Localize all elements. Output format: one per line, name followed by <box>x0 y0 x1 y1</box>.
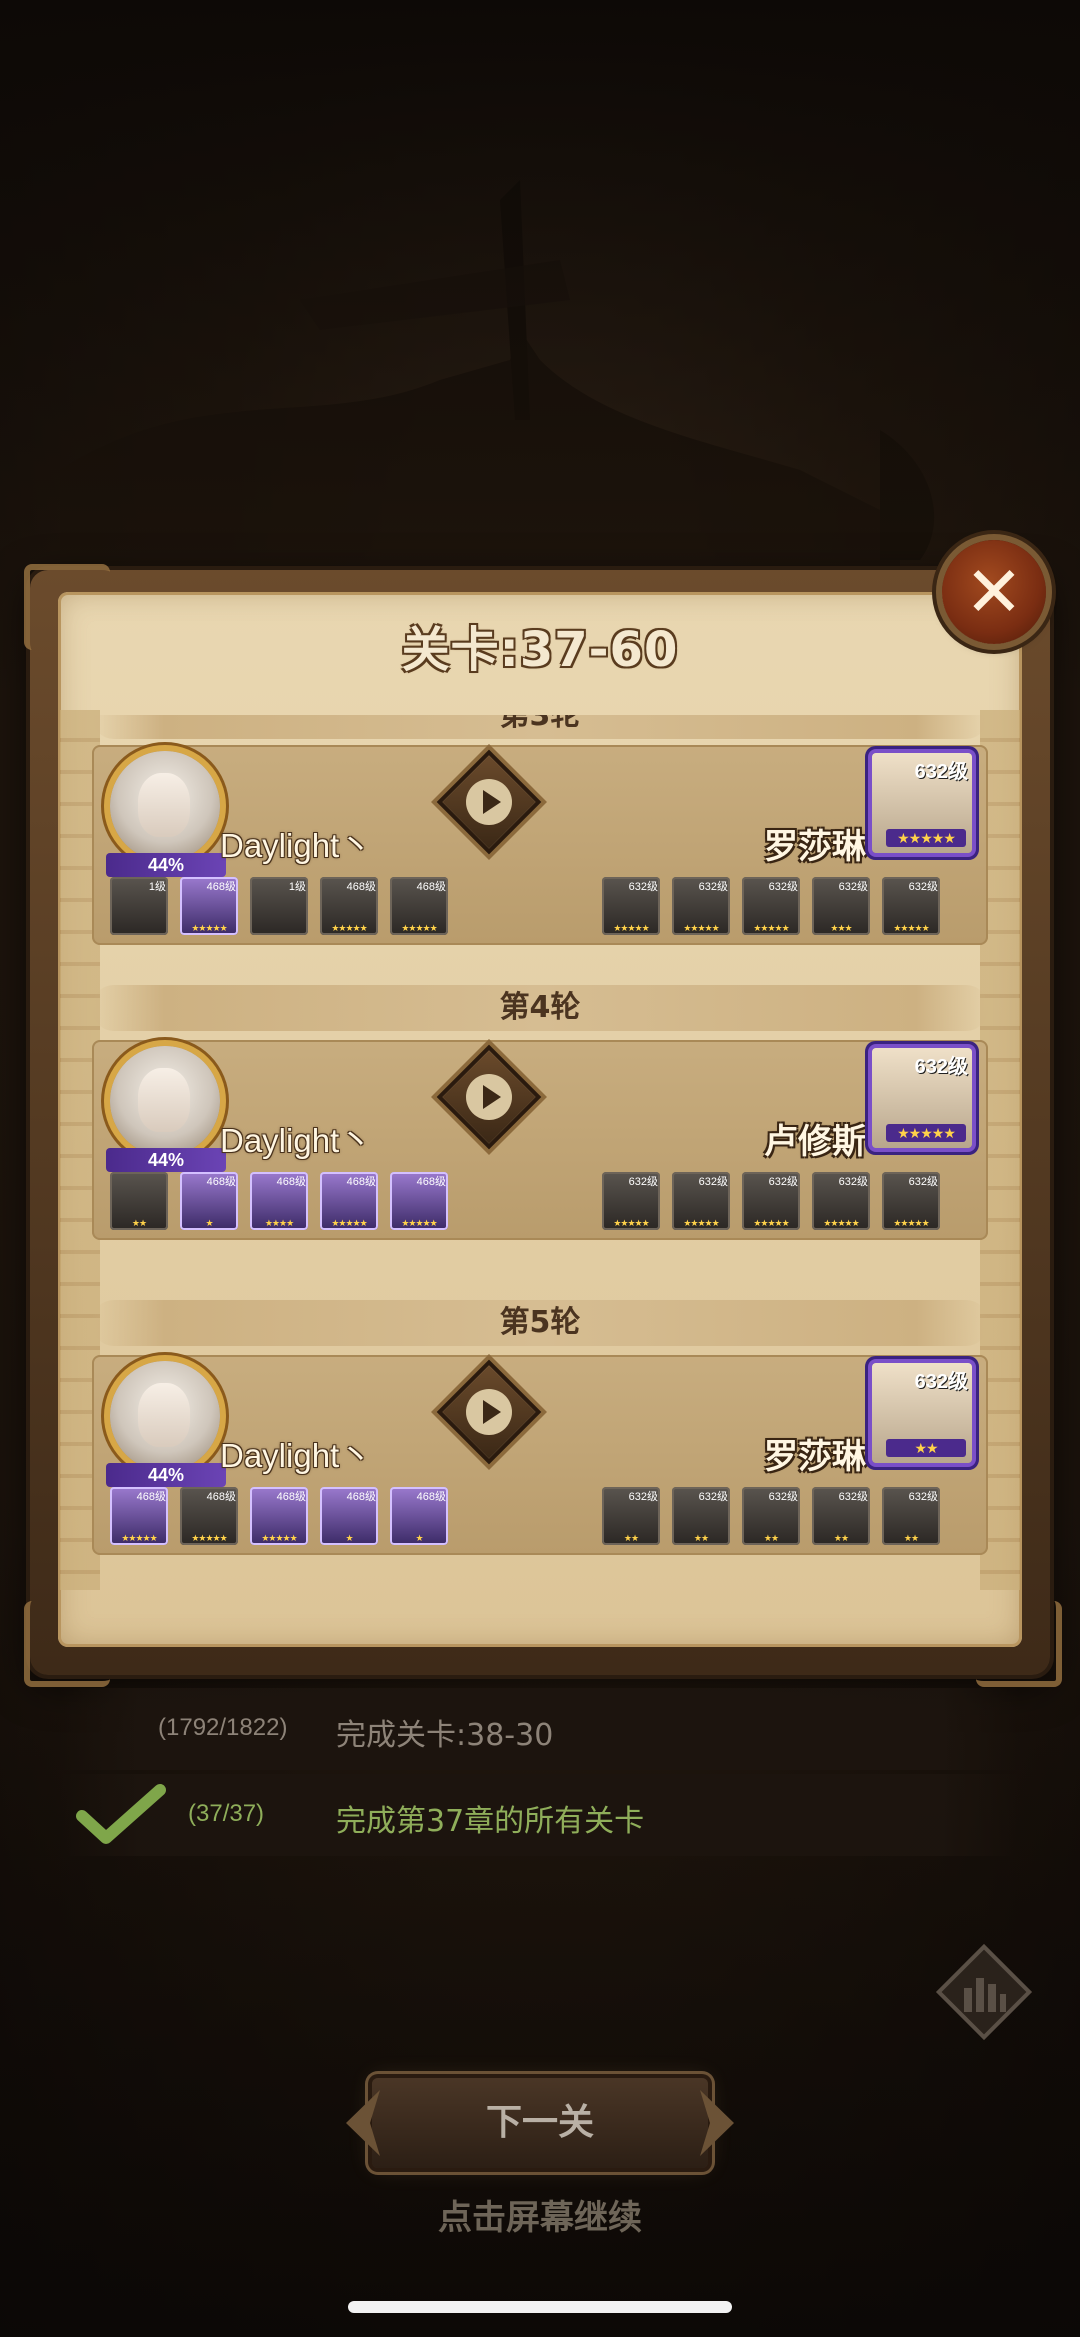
player-hero-slot[interactable]: 1级 <box>250 877 308 935</box>
round-header: 第3轮 <box>92 715 988 739</box>
player-name: Daylight丶 <box>220 827 373 864</box>
enemy-hero-slot[interactable]: 632级 ★★★★★ <box>742 877 800 935</box>
replay-button[interactable] <box>442 1050 536 1144</box>
player-name: Daylight丶 <box>220 1437 373 1474</box>
player-hero-slot[interactable]: 468级 ★★★★★ <box>320 877 378 935</box>
player-hero-slot[interactable]: ★★ <box>110 1172 168 1230</box>
player-avatar <box>110 751 220 861</box>
enemy-hero-slot[interactable]: 632级 ★★★ <box>812 877 870 935</box>
next-stage-label: 下一关 <box>485 2102 594 2143</box>
quest-text: 完成第37章的所有关卡 <box>336 1804 645 1839</box>
play-icon <box>483 1085 501 1109</box>
enemy-hero-slot[interactable]: 632级 ★★ <box>812 1487 870 1545</box>
round-card: 44% Daylight丶 卢修斯 632级 ★★★★★ ★★ 468级 ★ 46… <box>92 1040 988 1240</box>
close-button[interactable]: ✕ <box>942 540 1046 644</box>
quest-progress: (37/37) <box>188 1800 265 1827</box>
player-hero-slot[interactable]: 468级 ★★★★★ <box>390 877 448 935</box>
corner-ornament <box>976 1601 1062 1687</box>
player-percent: 44% <box>106 1463 226 1487</box>
stats-chart-icon[interactable] <box>934 1942 1034 2042</box>
battle-report-modal: 关卡:37-60 ✕ 第3轮 44% Daylight丶 罗莎琳 632级 ★★… <box>24 540 1062 1687</box>
enemy-name: 卢修斯 <box>764 1122 866 1162</box>
enemy-stars: ★★ <box>886 1439 966 1457</box>
rounds-scroll-area[interactable]: 第3轮 44% Daylight丶 罗莎琳 632级 ★★★★★ 1级 468级… <box>92 715 988 1615</box>
enemy-hero-slot[interactable]: 632级 ★★ <box>742 1487 800 1545</box>
quest-row: (1792/1822) 完成关卡:38-30 <box>0 1688 1080 1770</box>
enemy-level: 632级 <box>914 1056 968 1078</box>
player-hero-slot[interactable]: 468级 ★★★★★ <box>250 1487 308 1545</box>
home-indicator[interactable] <box>348 2301 732 2313</box>
quest-text: 完成关卡:38-30 <box>336 1718 554 1753</box>
player-name: Daylight丶 <box>220 1122 373 1159</box>
enemy-hero-slot[interactable]: 632级 ★★★★★ <box>602 1172 660 1230</box>
enemy-hero-slot[interactable]: 632级 ★★★★★ <box>672 1172 730 1230</box>
enemy-hero-slot[interactable]: 632级 ★★ <box>602 1487 660 1545</box>
round-card: 44% Daylight丶 罗莎琳 632级 ★★★★★ 1级 468级 ★★★★… <box>92 745 988 945</box>
enemy-hero-slot[interactable]: 632级 ★★★★★ <box>672 877 730 935</box>
replay-button[interactable] <box>442 755 536 849</box>
round-header: 第4轮 <box>92 985 988 1031</box>
checkmark-icon <box>76 1784 166 1844</box>
right-wing-ornament <box>700 2090 734 2156</box>
tap-to-continue-hint[interactable]: 点击屏幕继续 <box>0 2190 1080 2239</box>
player-hero-slot[interactable]: 468级 ★ <box>180 1172 238 1230</box>
player-hero-slot[interactable]: 468级 ★★★★ <box>250 1172 308 1230</box>
round-header: 第5轮 <box>92 1300 988 1346</box>
player-percent: 44% <box>106 1148 226 1172</box>
enemy-name: 罗莎琳 <box>764 1437 866 1477</box>
player-hero-slot[interactable]: 468级 ★★★★★ <box>110 1487 168 1545</box>
player-avatar <box>110 1046 220 1156</box>
enemy-hero-slot[interactable]: 632级 ★★★★★ <box>742 1172 800 1230</box>
enemy-level: 632级 <box>914 1371 968 1393</box>
round-label: 第5轮 <box>499 1305 581 1340</box>
player-percent: 44% <box>106 853 226 877</box>
enemy-hero-slot[interactable]: 632级 ★★★★★ <box>882 1172 940 1230</box>
quest-row-completed: (37/37) 完成第37章的所有关卡 <box>0 1774 1080 1856</box>
replay-button[interactable] <box>442 1365 536 1459</box>
player-hero-slot[interactable]: 468级 ★★★★★ <box>390 1172 448 1230</box>
player-hero-slot[interactable]: 468级 ★ <box>320 1487 378 1545</box>
round-card: 44% Daylight丶 罗莎琳 632级 ★★ 468级 ★★★★★ 468级… <box>92 1355 988 1555</box>
player-hero-slot[interactable]: 468级 ★ <box>390 1487 448 1545</box>
enemy-stars: ★★★★★ <box>886 829 966 847</box>
enemy-hero-slot[interactable]: 632级 ★★ <box>672 1487 730 1545</box>
enemy-name: 罗莎琳 <box>764 827 866 867</box>
play-icon <box>483 790 501 814</box>
enemy-hero-slot[interactable]: 632级 ★★★★★ <box>812 1172 870 1230</box>
play-icon <box>483 1400 501 1424</box>
player-hero-slot[interactable]: 468级 ★★★★★ <box>320 1172 378 1230</box>
enemy-hero-slot[interactable]: 632级 ★★★★★ <box>882 877 940 935</box>
player-hero-slot[interactable]: 468级 ★★★★★ <box>180 877 238 935</box>
player-avatar <box>110 1361 220 1471</box>
player-hero-slot[interactable]: 1级 <box>110 877 168 935</box>
left-wing-ornament <box>346 2090 380 2156</box>
next-stage-button[interactable]: 下一关 <box>346 2078 734 2168</box>
modal-title: 关卡:37-60 <box>401 622 679 678</box>
quest-progress: (1792/1822) <box>158 1714 288 1741</box>
round-label: 第4轮 <box>499 990 581 1025</box>
round-label: 第3轮 <box>499 715 581 733</box>
enemy-hero-slot[interactable]: 632级 ★★★★★ <box>602 877 660 935</box>
enemy-level: 632级 <box>914 761 968 783</box>
enemy-stars: ★★★★★ <box>886 1124 966 1142</box>
enemy-hero-slot[interactable]: 632级 ★★ <box>882 1487 940 1545</box>
player-hero-slot[interactable]: 468级 ★★★★★ <box>180 1487 238 1545</box>
